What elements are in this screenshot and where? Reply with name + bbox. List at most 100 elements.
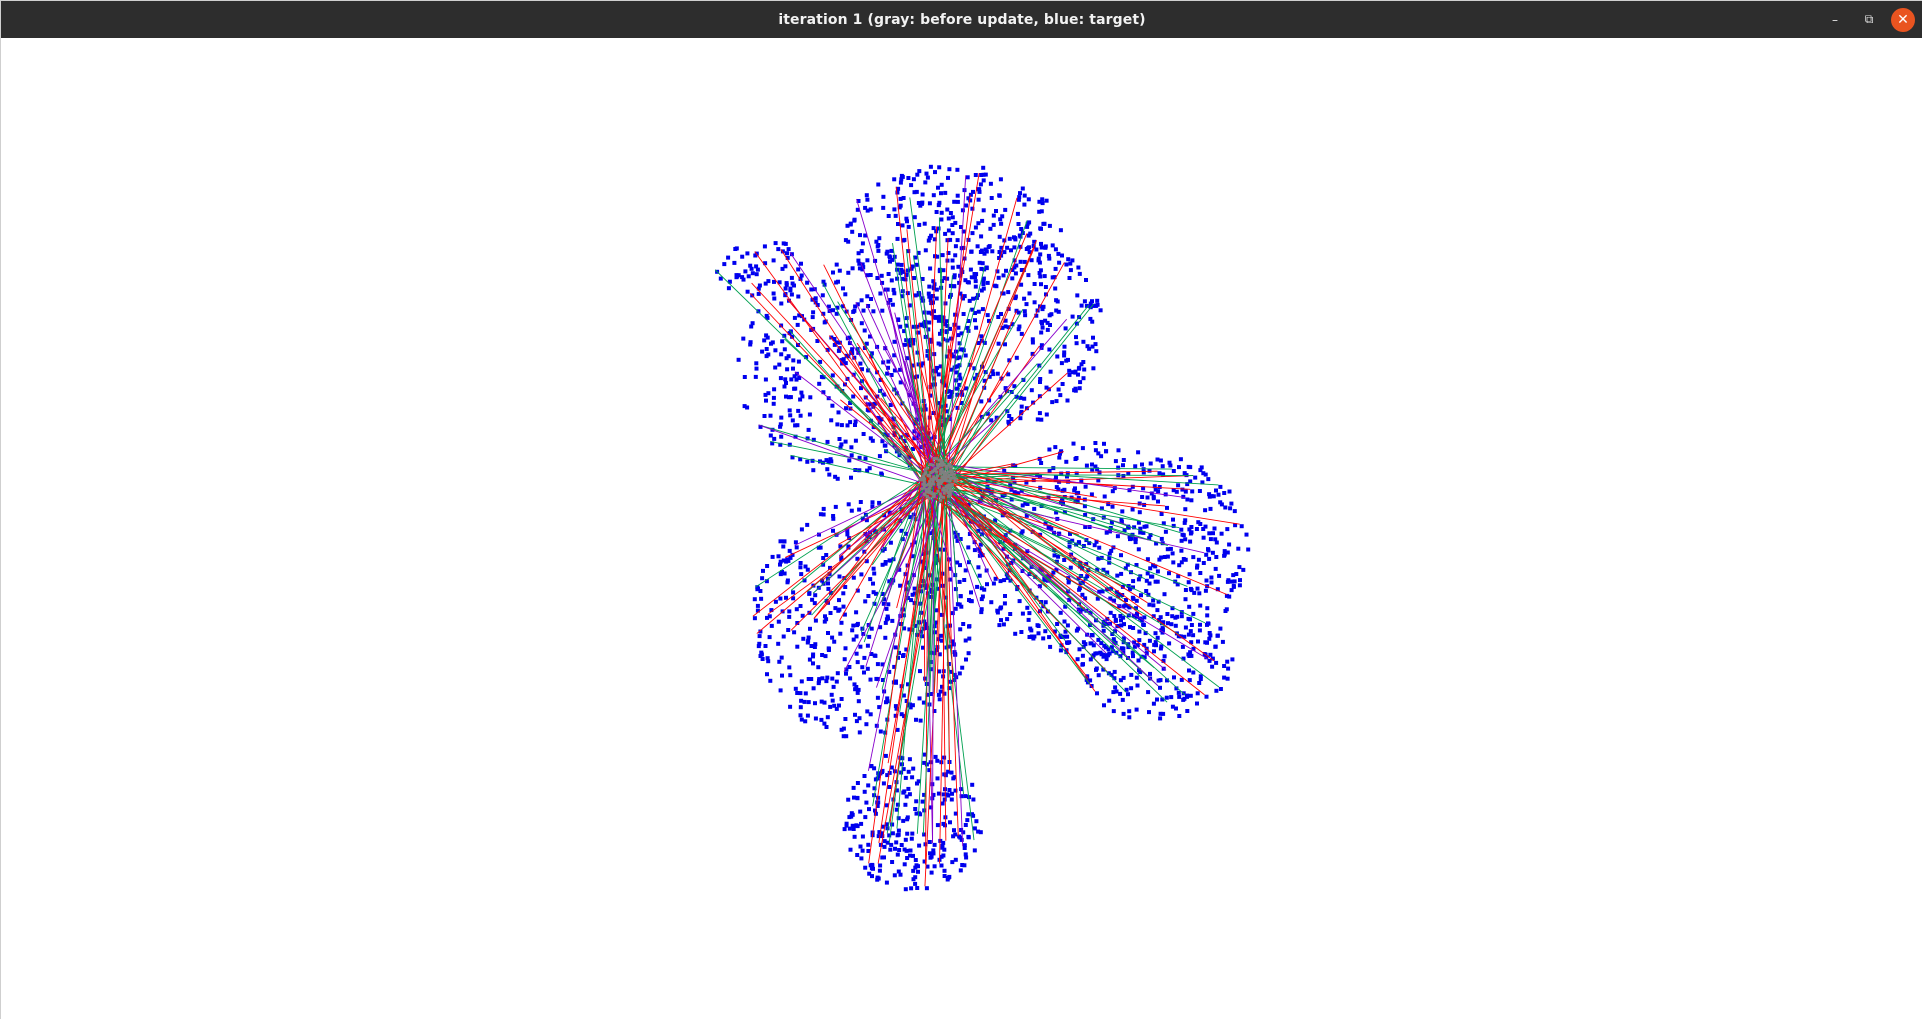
target-point <box>1039 241 1043 246</box>
target-point <box>875 662 880 667</box>
target-point <box>1039 330 1044 335</box>
target-point <box>1038 226 1043 231</box>
target-point <box>953 857 958 862</box>
target-point <box>776 247 781 252</box>
target-point <box>1165 505 1169 510</box>
target-point <box>854 823 859 828</box>
target-point <box>1139 593 1143 598</box>
target-point <box>830 698 835 703</box>
target-point <box>1156 678 1161 683</box>
target-point <box>926 291 931 296</box>
target-point <box>1169 695 1174 700</box>
target-point <box>1013 271 1018 276</box>
target-point <box>1137 638 1142 643</box>
target-point <box>763 644 768 648</box>
target-point <box>845 532 850 537</box>
target-point <box>904 794 909 799</box>
target-point <box>760 576 765 581</box>
target-point <box>964 203 969 208</box>
target-point <box>1147 710 1151 715</box>
target-point <box>773 365 778 370</box>
target-point <box>1229 501 1234 506</box>
target-point <box>805 280 810 285</box>
target-point <box>1179 538 1184 543</box>
target-point <box>925 175 930 180</box>
target-point <box>881 781 886 786</box>
target-point <box>883 560 888 564</box>
close-button[interactable]: ✕ <box>1891 7 1915 32</box>
target-point <box>1188 693 1193 698</box>
source-point <box>932 475 936 479</box>
target-point <box>743 269 748 274</box>
target-point <box>752 597 757 602</box>
target-point <box>1131 626 1136 630</box>
title-bar[interactable]: iteration 1 (gray: before update, blue: … <box>1 1 1922 38</box>
target-point <box>1080 662 1085 667</box>
target-point <box>785 578 790 583</box>
target-point <box>764 398 768 403</box>
target-point <box>882 443 887 448</box>
target-point <box>1080 592 1085 597</box>
target-point <box>957 671 962 676</box>
target-point <box>1214 555 1219 559</box>
target-point <box>1127 715 1132 720</box>
target-point <box>1042 274 1047 279</box>
target-point <box>1134 707 1139 712</box>
target-point <box>806 427 811 432</box>
target-point <box>1131 654 1135 659</box>
target-point <box>1081 376 1086 381</box>
target-point <box>899 262 904 267</box>
point-cloud-plot[interactable] <box>1 38 1922 1020</box>
target-point <box>890 618 895 623</box>
target-point <box>843 717 848 721</box>
target-point <box>805 459 810 464</box>
target-point <box>991 581 996 586</box>
target-point <box>1018 191 1022 196</box>
target-point <box>1220 639 1225 644</box>
target-point <box>965 175 970 180</box>
target-point <box>789 275 794 280</box>
target-point <box>1066 257 1071 262</box>
target-point <box>939 210 944 215</box>
target-point <box>943 231 948 236</box>
target-point <box>860 665 865 670</box>
maximize-button[interactable]: ⧉ <box>1857 8 1881 32</box>
plot-canvas[interactable] <box>1 38 1922 1020</box>
target-point <box>1206 547 1210 552</box>
target-point <box>856 699 861 704</box>
target-point <box>1187 604 1192 609</box>
target-point <box>946 228 951 233</box>
target-point <box>819 699 824 704</box>
source-point <box>931 463 935 467</box>
target-point <box>1055 299 1060 304</box>
target-point <box>975 244 980 249</box>
target-point <box>973 225 978 230</box>
target-point <box>780 673 784 678</box>
target-point <box>1101 652 1106 657</box>
source-point <box>946 475 950 479</box>
target-point <box>1165 612 1170 616</box>
target-point <box>828 704 833 709</box>
target-point <box>1178 457 1183 462</box>
target-point <box>1022 309 1027 314</box>
target-point <box>850 347 855 352</box>
source-point <box>941 488 945 492</box>
target-point <box>803 719 808 724</box>
target-point <box>867 634 872 639</box>
target-point <box>768 413 773 418</box>
minimize-button[interactable]: – <box>1823 8 1847 32</box>
target-point <box>981 178 986 183</box>
target-point <box>852 217 857 222</box>
target-point <box>978 182 983 187</box>
target-point <box>1028 626 1033 631</box>
target-point <box>778 424 783 429</box>
target-point <box>911 766 916 771</box>
target-point <box>900 269 905 274</box>
target-point <box>1058 393 1063 398</box>
target-point <box>991 213 996 218</box>
target-point <box>912 215 917 220</box>
target-point <box>1041 636 1046 641</box>
target-point <box>865 208 870 213</box>
target-point <box>939 854 944 859</box>
target-point <box>784 559 789 564</box>
